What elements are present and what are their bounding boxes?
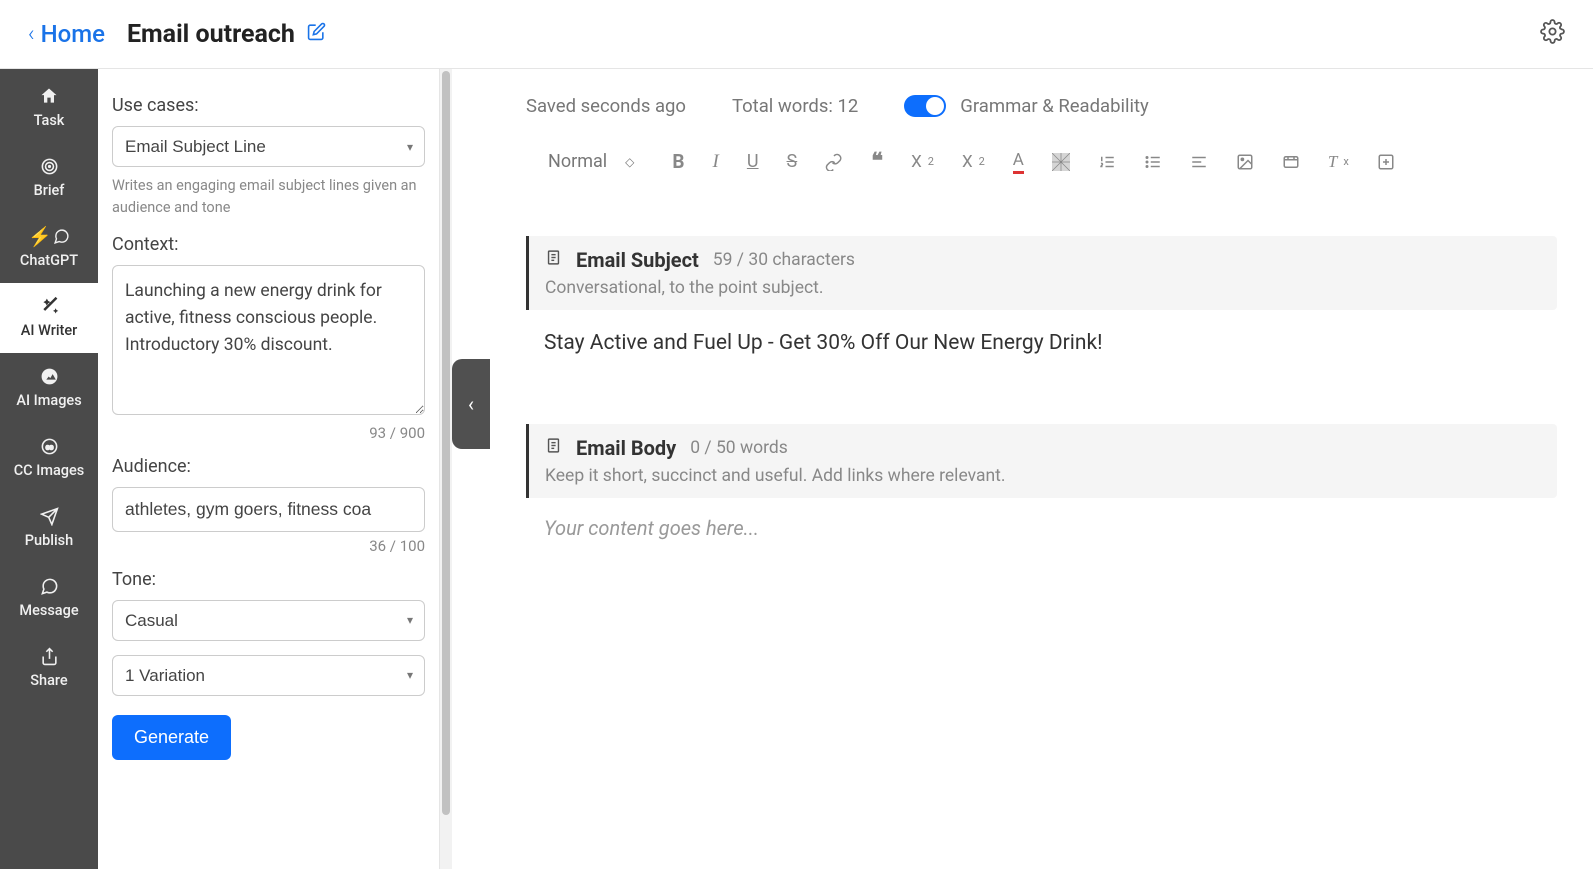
chatgpt-icon: ⚡ [28,225,70,247]
subscript-button[interactable]: X2 [911,152,934,172]
house-icon [39,85,59,107]
home-link[interactable]: ‹ Home [28,20,105,48]
insert-video-button[interactable] [1282,153,1300,171]
audience-input[interactable] [112,487,425,532]
strikethrough-button[interactable]: S [787,151,798,172]
ordered-list-button[interactable] [1098,153,1116,171]
app-header: ‹ Home Email outreach [0,0,1593,68]
grammar-label: Grammar & Readability [960,95,1149,117]
bold-button[interactable]: B [672,150,684,173]
send-icon [40,505,59,527]
chevron-left-icon: ‹ [468,392,474,416]
use-cases-label: Use cases: [112,95,425,116]
word-count: Total words: 12 [732,95,858,117]
block-subtitle: Conversational, to the point subject. [545,278,1541,298]
align-button[interactable] [1190,153,1208,171]
scrollbar-track[interactable] [440,69,452,869]
document-icon [545,249,562,271]
collapse-pane: ‹ [452,69,490,869]
block-subtitle: Keep it short, succinct and useful. Add … [545,466,1541,486]
use-case-hint: Writes an engaging email subject lines g… [112,175,425,220]
wand-icon [39,295,60,317]
sidebar-item-task[interactable]: Task [0,73,98,143]
quote-button[interactable]: ❝ [871,149,883,174]
block-header[interactable]: Email Body 0 / 50 words Keep it short, s… [526,424,1557,498]
collapse-button[interactable]: ‹ [452,359,490,449]
sidebar-item-cc-images[interactable]: cc CC Images [0,423,98,493]
email-subject-block: Email Subject 59 / 30 characters Convers… [526,236,1557,360]
page-title: Email outreach [127,20,326,49]
audience-counter: 36 / 100 [112,537,425,555]
chevron-left-icon: ‹ [28,22,35,47]
unordered-list-button[interactable] [1144,153,1162,171]
sidebar-item-share[interactable]: Share [0,633,98,703]
add-block-button[interactable] [1377,153,1395,171]
sidebar-item-publish[interactable]: Publish [0,493,98,563]
italic-button[interactable]: I [713,151,719,173]
underline-button[interactable]: U [747,151,759,172]
home-label: Home [41,20,105,48]
document-icon [545,437,562,459]
tone-label: Tone: [112,569,425,590]
superscript-button[interactable]: X2 [962,152,985,172]
body-placeholder[interactable]: Your content goes here... [544,516,1557,540]
sidebar-item-ai-images[interactable]: AI Images [0,353,98,423]
clear-format-button[interactable]: Tx [1328,152,1349,172]
email-body-block: Email Body 0 / 50 words Keep it short, s… [526,424,1557,540]
block-word-count: 0 / 50 words [690,438,788,458]
image-icon [40,365,59,387]
audience-label: Audience: [112,456,425,477]
target-icon [40,155,59,177]
edit-icon[interactable] [307,22,326,46]
sidebar: Task Brief ⚡ ChatGPT AI Writer AI Images… [0,69,98,869]
block-header[interactable]: Email Subject 59 / 30 characters Convers… [526,236,1557,310]
generate-button[interactable]: Generate [112,715,231,760]
use-case-select[interactable]: Email Subject Line [112,126,425,167]
block-title: Email Body [576,436,676,460]
insert-image-button[interactable] [1236,153,1254,171]
main: Task Brief ⚡ ChatGPT AI Writer AI Images… [0,68,1593,869]
block-title: Email Subject [576,248,699,272]
sidebar-item-ai-writer[interactable]: AI Writer [0,283,98,353]
sidebar-item-message[interactable]: Message [0,563,98,633]
text-color-button[interactable]: A [1013,150,1024,174]
form-panel: Use cases: Email Subject Line Writes an … [98,69,440,869]
sidebar-item-chatgpt[interactable]: ⚡ ChatGPT [0,213,98,283]
cc-icon: cc [40,435,59,457]
context-label: Context: [112,234,425,255]
variation-select[interactable]: 1 Variation [112,655,425,696]
editor-status-bar: Saved seconds ago Total words: 12 Gramma… [526,95,1557,117]
subject-content[interactable]: Stay Active and Fuel Up - Get 30% Off Ou… [544,328,1557,360]
message-icon [40,575,59,597]
highlight-button[interactable] [1052,153,1070,171]
context-textarea[interactable]: Launching a new energy drink for active,… [112,265,425,415]
scrollbar-thumb[interactable] [442,71,450,815]
grammar-toggle[interactable] [904,95,946,117]
tone-select[interactable]: Casual [112,600,425,641]
svg-text:cc: cc [45,442,53,451]
link-button[interactable] [825,153,843,171]
editor-panel: Saved seconds ago Total words: 12 Gramma… [490,69,1593,869]
sidebar-item-brief[interactable]: Brief [0,143,98,213]
paragraph-style-select[interactable]: Normal◇ [548,151,634,172]
block-char-count: 59 / 30 characters [713,250,855,270]
share-icon [40,645,59,667]
editor-toolbar: Normal◇ B I U S ❝ X2 X2 A Tx [526,141,1557,182]
settings-icon[interactable] [1540,19,1565,50]
saved-status: Saved seconds ago [526,95,686,117]
context-counter: 93 / 900 [112,424,425,442]
